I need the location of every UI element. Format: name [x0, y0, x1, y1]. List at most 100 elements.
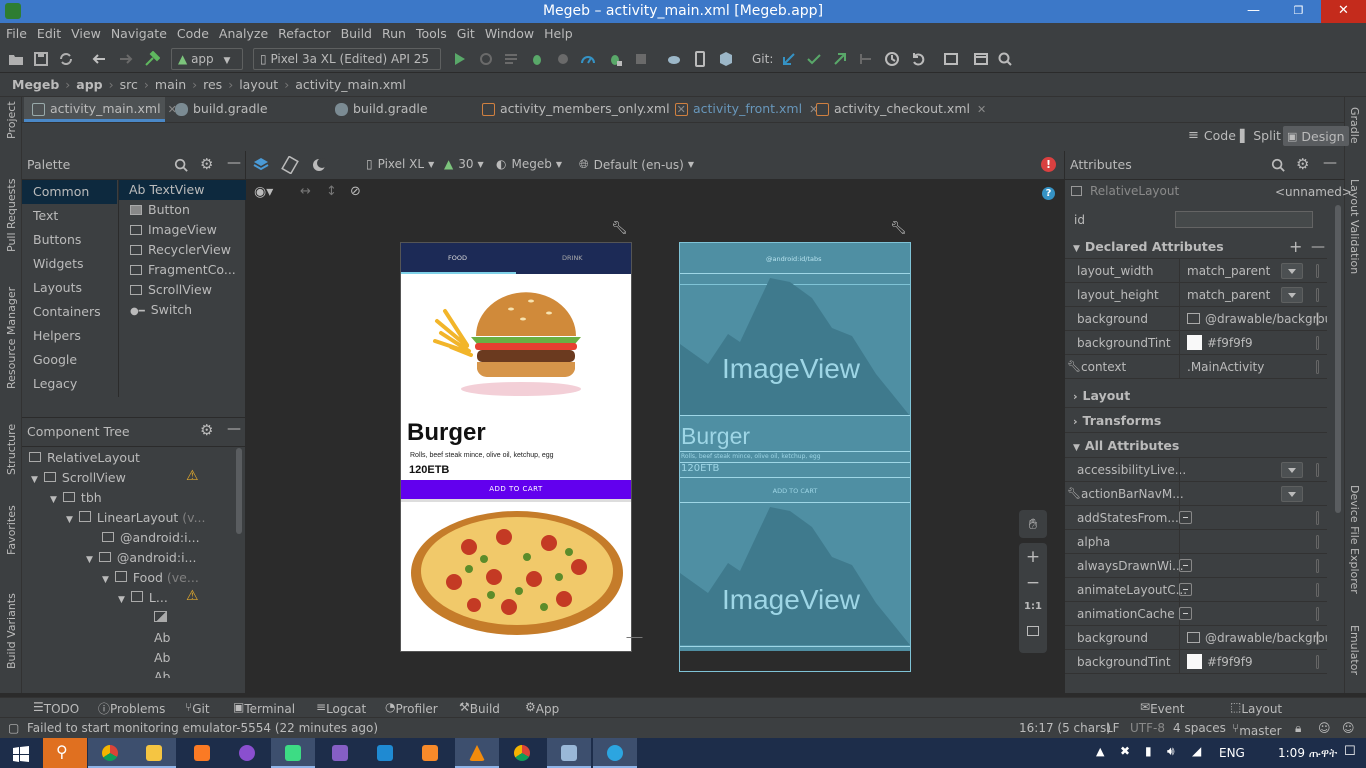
vertical-resize-icon[interactable]: ↕: [326, 184, 337, 199]
file-encoding[interactable]: UTF-8: [1130, 721, 1165, 735]
flag-toggle-icon[interactable]: [1179, 583, 1192, 596]
structure-tool-tab[interactable]: Structure: [5, 424, 18, 475]
menu-navigate[interactable]: Navigate: [111, 23, 167, 45]
layout-section-header[interactable]: › Layout: [1065, 384, 1327, 408]
run-config-select[interactable]: ▲ app ▼: [171, 48, 243, 70]
preview-tab-food[interactable]: FOOD: [448, 254, 467, 262]
tree-node-imageview[interactable]: [154, 608, 167, 628]
tab-activity-main[interactable]: activity_main.xml ✕: [24, 97, 177, 122]
dropdown-icon[interactable]: [1281, 263, 1303, 279]
action-center-icon[interactable]: ☐: [1344, 744, 1356, 759]
dropdown-icon[interactable]: [1281, 287, 1303, 303]
palette-item-textview[interactable]: Ab TextView: [119, 180, 246, 200]
rollback-icon[interactable]: [910, 51, 926, 67]
crumb-file[interactable]: activity_main.xml: [295, 77, 406, 92]
tab-activity-members-only[interactable]: activity_members_only.xml ✕: [474, 97, 686, 122]
wrench-icon[interactable]: 🔧︎: [611, 221, 628, 236]
sdk-manager-icon[interactable]: [718, 51, 734, 67]
preview-device-select[interactable]: ▯ Pixel XL ▼: [366, 157, 434, 171]
attr-background-tint[interactable]: backgroundTint #f9f9f9: [1065, 331, 1327, 355]
restore-button[interactable]: ❐: [1276, 0, 1321, 23]
logcat-tool-tab[interactable]: ≡ Logcat: [316, 700, 366, 716]
flag-toggle-icon[interactable]: [1179, 511, 1192, 524]
attr-layout-height[interactable]: layout_height match_parent: [1065, 283, 1327, 307]
device-file-explorer-tool-tab[interactable]: Device File Explorer: [1348, 485, 1361, 594]
avd-manager-icon[interactable]: [692, 51, 708, 67]
attr-context[interactable]: 🔧︎ context .MainActivity: [1065, 355, 1327, 379]
terminal-tool-tab[interactable]: ▣ Terminal: [233, 700, 295, 716]
minimize-button[interactable]: —: [1231, 0, 1276, 23]
palette-category-legacy[interactable]: Legacy: [22, 372, 117, 396]
palette-category-containers[interactable]: Containers: [22, 300, 117, 324]
tab-build-gradle-project[interactable]: build.gradle (Megeb)✕: [167, 97, 325, 140]
attr-layout-width[interactable]: layout_width match_parent: [1065, 259, 1327, 283]
tree-node-linearlayout[interactable]: ▼ LinearLayout (v...: [66, 508, 206, 528]
rdp-taskbar-button[interactable]: [547, 738, 591, 768]
forward-icon[interactable]: [118, 51, 134, 67]
apply-changes-icon[interactable]: [478, 51, 494, 67]
git-commit-icon[interactable]: [806, 51, 822, 67]
tree-node-textview-3[interactable]: Ab: [154, 668, 171, 678]
profiler-tool-tab[interactable]: ◔ Profiler: [385, 700, 438, 716]
palette-category-layouts[interactable]: Layouts: [22, 276, 117, 300]
git-merge-icon[interactable]: [858, 51, 874, 67]
attributes-scrollbar[interactable]: [1335, 205, 1341, 513]
profile-icon[interactable]: [580, 51, 596, 67]
close-tab-icon[interactable]: ✕: [977, 103, 986, 116]
back-icon[interactable]: [91, 51, 107, 67]
notifications-face-icon[interactable]: ☺: [1342, 721, 1355, 735]
design-preview[interactable]: FOOD DRINK Burger Rolls, beef steak minc…: [400, 242, 632, 652]
attr-action-bar-nav[interactable]: 🔧︎ actionBarNavM...: [1065, 482, 1327, 506]
cursor-position[interactable]: 16:17 (5 chars): [1019, 721, 1111, 735]
todo-tool-tab[interactable]: ☰ TODO: [33, 700, 79, 716]
layers-design-icon[interactable]: [252, 156, 270, 174]
flag-toggle-icon[interactable]: [1179, 607, 1192, 620]
layout-icon[interactable]: [973, 51, 989, 67]
close-button[interactable]: ✕: [1321, 0, 1366, 23]
search-taskbar-button[interactable]: ⚲: [43, 738, 87, 768]
attr-always-drawn[interactable]: alwaysDrawnWi...: [1065, 554, 1327, 578]
attr-background[interactable]: background @drawable/backgrou: [1065, 307, 1327, 331]
emulator-tool-tab[interactable]: Emulator: [1348, 625, 1361, 675]
status-message[interactable]: Failed to start monitoring emulator-5554…: [27, 721, 378, 735]
night-mode-icon[interactable]: [310, 156, 328, 174]
id-input[interactable]: [1175, 211, 1313, 228]
gear-icon[interactable]: ⚙: [200, 155, 213, 173]
orientation-icon[interactable]: [281, 156, 299, 174]
volume-icon[interactable]: 🔊︎: [1167, 744, 1175, 759]
attr-alpha[interactable]: alpha: [1065, 530, 1327, 554]
coverage-icon[interactable]: [555, 51, 571, 67]
menu-help[interactable]: Help: [544, 23, 573, 45]
app-inspection-tool-tab[interactable]: ⚙ App Inspection: [525, 700, 598, 730]
palette-category-buttons[interactable]: Buttons: [22, 228, 117, 252]
add-attribute-icon[interactable]: +: [1289, 235, 1302, 259]
transforms-section-header[interactable]: › Transforms: [1065, 409, 1327, 433]
minimize-panel-icon[interactable]: —: [1323, 155, 1337, 171]
github-taskbar-button[interactable]: [225, 738, 269, 768]
horizontal-resize-icon[interactable]: ↔: [300, 184, 311, 199]
zoom-actual-size-button[interactable]: 1:1: [1019, 601, 1047, 612]
palette-item-imageview[interactable]: ImageView: [130, 220, 217, 240]
theme-select[interactable]: ◐ Megeb ▼: [496, 157, 562, 171]
project-tool-tab[interactable]: Project: [5, 101, 18, 139]
tree-node-textview-2[interactable]: Ab: [154, 648, 171, 668]
palette-item-fragmentcontainer[interactable]: FragmentCo...: [130, 260, 236, 280]
event-log-tool-tab[interactable]: ✉ Event Log: [1140, 700, 1184, 730]
wifi-icon[interactable]: ◢: [1192, 744, 1201, 758]
menu-file[interactable]: File: [6, 23, 27, 45]
tree-node-food[interactable]: ▼ Food (ve...: [102, 568, 199, 588]
menu-code[interactable]: Code: [177, 23, 209, 45]
crumb-src[interactable]: src: [120, 77, 138, 92]
palette-item-recyclerview[interactable]: RecyclerView: [130, 240, 231, 260]
resource-manager-tool-tab[interactable]: Resource Manager: [5, 287, 18, 389]
error-indicator-icon[interactable]: !: [1041, 157, 1056, 172]
minimize-panel-icon[interactable]: —: [227, 155, 241, 171]
menu-tools[interactable]: Tools: [416, 23, 447, 45]
visual-studio-taskbar-button[interactable]: [318, 738, 362, 768]
blueprint-preview[interactable]: @android:id/tabs ImageView Burger Rolls,…: [679, 242, 911, 672]
attr-background-tint-all[interactable]: backgroundTint #f9f9f9: [1065, 650, 1327, 674]
build-tool-tab[interactable]: ⚒ Build: [459, 700, 500, 716]
remove-attribute-icon[interactable]: —: [1311, 235, 1325, 259]
battery-icon[interactable]: ▮: [1145, 744, 1152, 758]
hammer-build-icon[interactable]: [144, 51, 160, 67]
